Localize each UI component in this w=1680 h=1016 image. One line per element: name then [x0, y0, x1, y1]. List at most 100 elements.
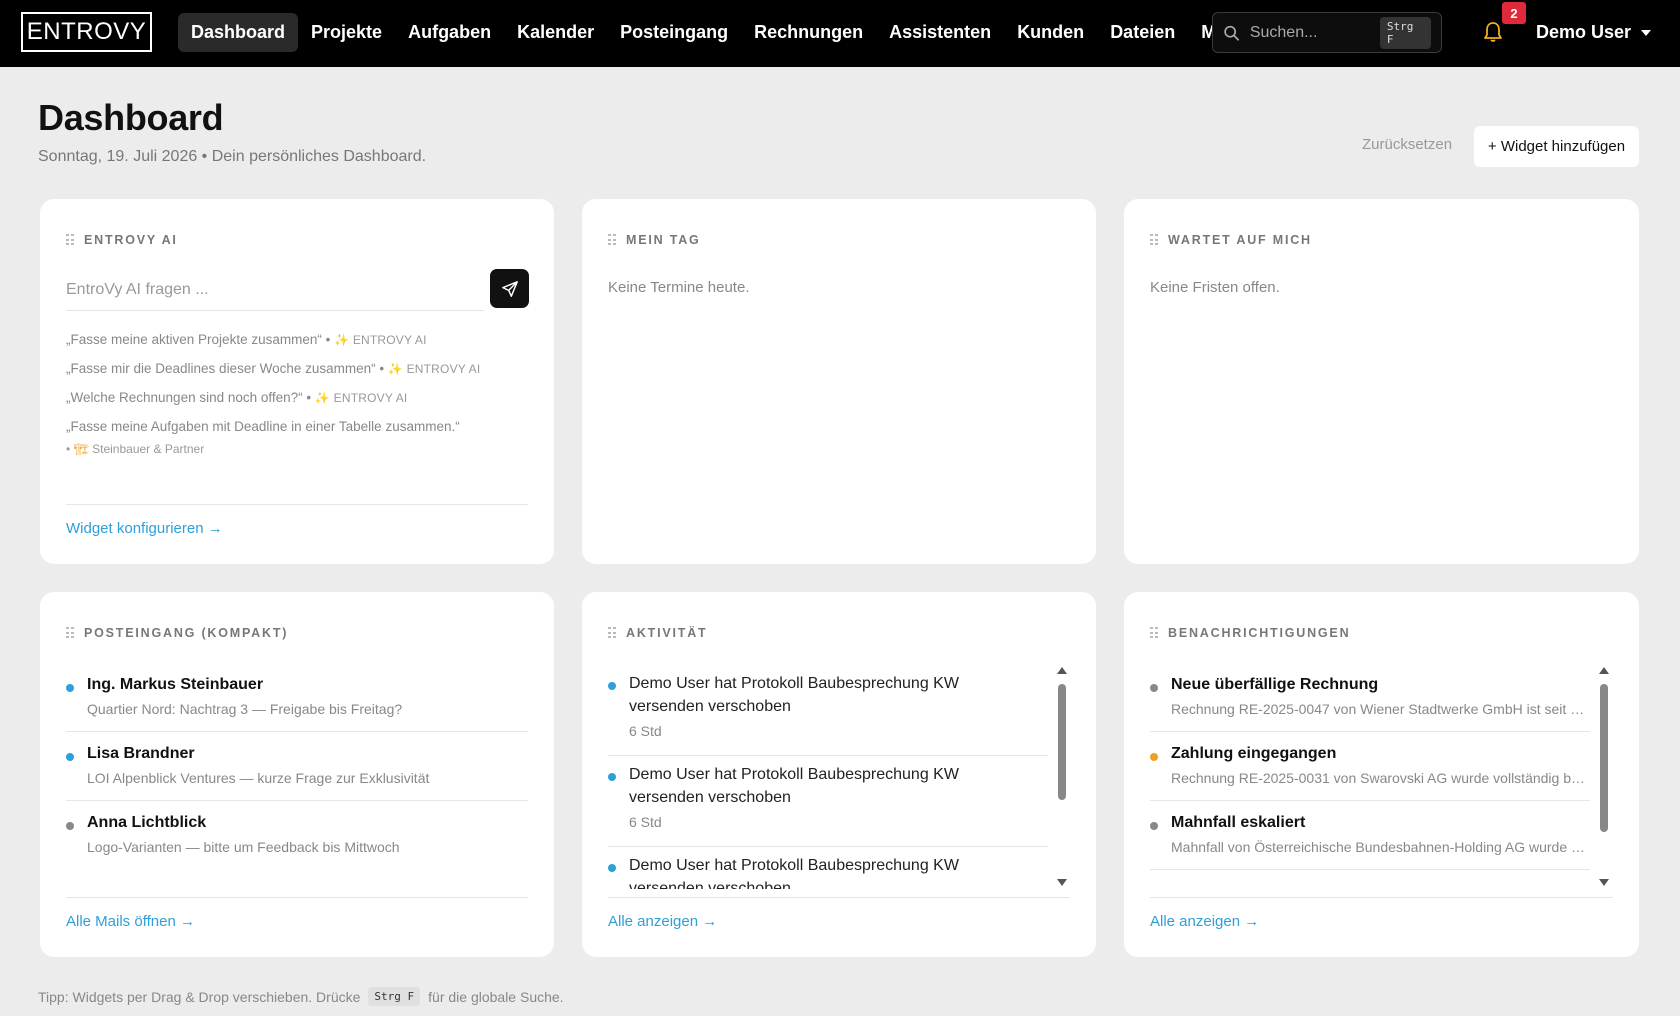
divider [66, 731, 528, 732]
search-input[interactable] [1249, 23, 1380, 42]
show-all-activity-link[interactable]: Alle anzeigen → [608, 913, 717, 930]
reset-button[interactable]: Zurücksetzen [1362, 136, 1452, 153]
search-shortcut-hint: Strg F [1379, 16, 1431, 49]
suggestion-text: „Fasse meine aktiven Projekte zusammen“ … [66, 332, 331, 347]
nav-item-aufgaben[interactable]: Aufgaben [395, 13, 504, 52]
divider [1150, 869, 1590, 870]
nav-item-kalender[interactable]: Kalender [504, 13, 607, 52]
user-name: Demo User [1536, 22, 1632, 42]
drag-handle-icon[interactable] [608, 234, 616, 246]
widget-header: MEIN TAG [608, 233, 701, 247]
ai-suggestion[interactable]: „Fasse meine aktiven Projekte zusammen“ … [66, 332, 427, 347]
mail-subject: Quartier Nord: Nachtrag 3 — Freigabe bis… [87, 701, 403, 717]
user-menu[interactable]: Demo User [1536, 13, 1652, 52]
sparkle-icon: ✨ [314, 391, 330, 405]
activity-text: Demo User hat Protokoll Baubesprechung K… [629, 857, 959, 889]
widget-header: WARTET AUF MICH [1150, 233, 1312, 247]
activity-time: 6 Std [629, 814, 662, 830]
mail-item[interactable]: Lisa Brandner LOI Alpenblick Ventures — … [66, 745, 528, 805]
notification-text: Rechnung RE-2025-0031 von Swarovski AG w… [1171, 770, 1590, 786]
suggestion-text: „Fasse meine Aufgaben mit Deadline in ei… [66, 419, 460, 434]
scroll-down-arrow[interactable] [1057, 879, 1067, 886]
entrovy-logo[interactable]: ENTROVY [21, 12, 152, 52]
drag-handle-icon[interactable] [66, 627, 74, 639]
nav-item-dashboard[interactable]: Dashboard [178, 13, 299, 52]
nav-item-kunden[interactable]: Kunden [1004, 13, 1097, 52]
widget-title: MEIN TAG [626, 233, 701, 247]
scroll-up-arrow[interactable] [1599, 667, 1609, 674]
widget-title: ENTROVY AI [84, 233, 178, 247]
notification-item[interactable]: Mahnfall eskaliert Mahnfall von Österrei… [1150, 814, 1590, 882]
widget-header: AKTIVITÄT [608, 626, 707, 640]
unread-dot [66, 684, 74, 692]
global-search[interactable]: Strg F [1212, 12, 1442, 53]
activity-dot [608, 682, 616, 690]
divider [608, 755, 1048, 756]
nav-item-dateien[interactable]: Dateien [1097, 13, 1188, 52]
divider [608, 846, 1048, 847]
waiting-widget: WARTET AUF MICH Keine Fristen offen. [1124, 199, 1639, 564]
mail-item[interactable]: Ing. Markus Steinbauer Quartier Nord: Na… [66, 676, 528, 736]
activity-item[interactable]: Demo User hat Protokoll Baubesprechung K… [608, 856, 1048, 889]
send-icon [501, 280, 518, 297]
page-title: Dashboard [38, 97, 224, 138]
notification-title: Neue überfällige Rechnung [1171, 676, 1379, 693]
widget-header: ENTROVY AI [66, 233, 178, 247]
divider [1150, 731, 1590, 732]
empty-state-text: Keine Termine heute. [608, 279, 750, 296]
ai-suggestion[interactable]: „Fasse meine Aufgaben mit Deadline in ei… [66, 419, 460, 434]
scrollbar-thumb[interactable] [1600, 684, 1608, 832]
open-all-mails-link[interactable]: Alle Mails öffnen → [66, 913, 195, 930]
divider [66, 504, 528, 505]
mail-item[interactable]: Anna Lichtblick Logo-Varianten — bitte u… [66, 814, 528, 874]
suggestion-text: „Welche Rechnungen sind noch offen?“ • [66, 390, 312, 405]
tip-text: Tipp: Widgets per Drag & Drop verschiebe… [38, 988, 361, 1005]
nav-item-assistenten[interactable]: Assistenten [876, 13, 1004, 52]
unread-dot [66, 753, 74, 761]
ai-prompt-input[interactable] [66, 269, 484, 310]
drag-handle-icon[interactable] [1150, 234, 1158, 246]
activity-text: Demo User hat Protokoll Baubesprechung K… [629, 675, 959, 715]
notification-dot [1150, 684, 1158, 692]
divider [1150, 800, 1590, 801]
divider [66, 800, 528, 801]
drag-handle-icon[interactable] [1150, 627, 1158, 639]
activity-item[interactable]: Demo User hat Protokoll Baubesprechung K… [608, 765, 1048, 855]
empty-state-text: Keine Fristen offen. [1150, 279, 1280, 296]
widget-header: POSTEINGANG (KOMPAKT) [66, 626, 288, 640]
scrollbar-thumb[interactable] [1058, 684, 1066, 800]
tip-text: für die globale Suche. [428, 988, 564, 1005]
ai-suggestion[interactable]: „Welche Rechnungen sind noch offen?“ • ✨… [66, 390, 407, 405]
add-widget-button[interactable]: + Widget hinzufügen [1474, 126, 1639, 167]
chevron-down-icon [1641, 29, 1652, 36]
mail-subject: LOI Alpenblick Ventures — kurze Frage zu… [87, 770, 430, 786]
notifications-widget: BENACHRICHTIGUNGEN Neue überfällige Rech… [1124, 592, 1639, 957]
nav-item-posteingang[interactable]: Posteingang [607, 13, 741, 52]
bell-icon[interactable] [1483, 20, 1503, 44]
nav-item-projekte[interactable]: Projekte [298, 13, 395, 52]
notification-list[interactable]: Neue überfällige Rechnung Rechnung RE-20… [1150, 674, 1590, 889]
send-button[interactable] [490, 269, 529, 308]
scroll-down-arrow[interactable] [1599, 879, 1609, 886]
suggestion-tag: Steinbauer & Partner [92, 442, 205, 456]
activity-item[interactable]: Demo User hat Protokoll Baubesprechung K… [608, 674, 1048, 764]
drag-handle-icon[interactable] [608, 627, 616, 639]
mail-subject: Logo-Varianten — bitte um Feedback bis M… [87, 839, 400, 855]
widget-title: WARTET AUF MICH [1168, 233, 1312, 247]
show-all-notifications-link[interactable]: Alle anzeigen → [1150, 913, 1259, 930]
scroll-up-arrow[interactable] [1057, 667, 1067, 674]
ai-suggestion[interactable]: „Fasse mir die Deadlines dieser Woche zu… [66, 361, 480, 376]
drag-handle-icon[interactable] [66, 234, 74, 246]
notification-text: Mahnfall von Österreichische Bundesbahne… [1171, 839, 1590, 855]
activity-time: 6 Std [629, 723, 662, 739]
notification-item[interactable]: Neue überfällige Rechnung Rechnung RE-20… [1150, 676, 1590, 744]
nav-item-rechnungen[interactable]: Rechnungen [741, 13, 876, 52]
mail-sender: Anna Lichtblick [87, 814, 207, 831]
notification-dot [1150, 753, 1158, 761]
activity-list[interactable]: Demo User hat Protokoll Baubesprechung K… [608, 674, 1048, 889]
notification-item[interactable] [1150, 883, 1590, 889]
notification-item[interactable]: Zahlung eingegangen Rechnung RE-2025-003… [1150, 745, 1590, 813]
configure-widget-link[interactable]: Widget konfigurieren → [66, 520, 223, 537]
notification-title: Zahlung eingegangen [1171, 745, 1337, 762]
sparkle-icon: ✨ [387, 362, 403, 376]
